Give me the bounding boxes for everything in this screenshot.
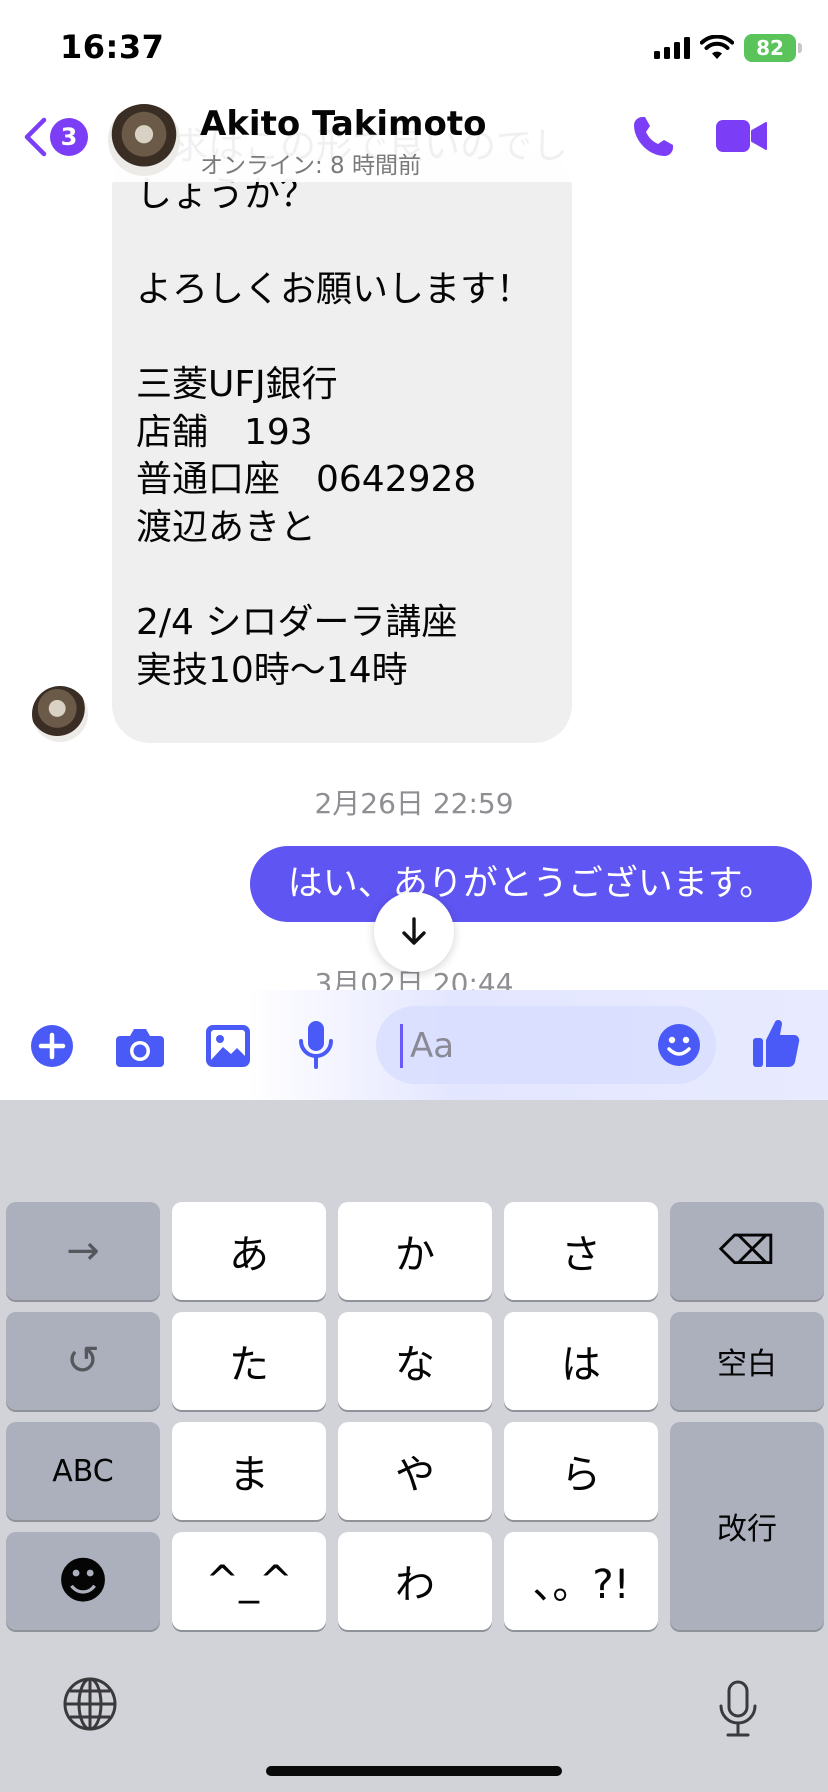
message-line: 三菱UFJ銀行 <box>136 364 338 405</box>
key-label: た <box>229 1342 269 1388</box>
like-button[interactable] <box>752 1018 800 1072</box>
photo-gallery-button[interactable] <box>205 1024 251 1072</box>
message-line: 店舗 193 <box>136 411 313 453</box>
outgoing-message-bubble[interactable]: はい、ありがとうございます。 <box>250 846 812 922</box>
unread-badge: 3 <box>50 118 88 156</box>
scroll-to-bottom-button[interactable] <box>374 892 454 972</box>
status-bar-icons: 82 <box>654 34 802 62</box>
more-actions-button[interactable] <box>30 1024 74 1072</box>
key-label: は <box>561 1342 601 1388</box>
next-key[interactable]: → <box>6 1202 160 1300</box>
emoji-key[interactable]: ☻ <box>6 1532 160 1630</box>
contact-name[interactable]: Akito Takimoto <box>200 104 486 144</box>
message-line: 普通口座 0642928 <box>136 459 477 501</box>
video-call-button[interactable] <box>714 118 768 158</box>
key-label: ⌫ <box>718 1228 776 1274</box>
cellular-signal-icon <box>654 37 690 59</box>
key-label: ABC <box>52 1453 114 1489</box>
video-camera-icon <box>716 120 767 152</box>
key-label: わ <box>395 1562 435 1608</box>
phone-icon <box>634 117 673 156</box>
message-input[interactable]: Aa <box>376 1006 716 1084</box>
key-label: ↺ <box>66 1338 100 1384</box>
kana-key-0-3[interactable]: さ <box>504 1202 658 1300</box>
kana-key-3-2[interactable]: わ <box>338 1532 492 1630</box>
undo-key[interactable]: ↺ <box>6 1312 160 1410</box>
return-key[interactable]: 改行 <box>670 1422 824 1630</box>
image-icon <box>206 1025 250 1067</box>
message-line: よろしくお願いします！ <box>136 268 533 310</box>
japanese-kana-keyboard: → あ か さ ⌫ ↺ た な は 空白 ABC ま や ら改行 ☻ ^_^ わ 、。?! <box>0 1100 828 1792</box>
contact-active-status: オンライン: 8 時間前 <box>200 153 422 179</box>
incoming-message-bubble[interactable]: 請求はこの形で良いのでししょうか？よろしくお願いします！三菱UFJ銀行店舗 19… <box>112 126 572 743</box>
key-label: 改行 <box>717 1512 777 1547</box>
sender-avatar[interactable] <box>32 686 88 742</box>
kana-key-3-3[interactable]: 、。?! <box>504 1532 658 1630</box>
message-composer: Aa <box>0 990 828 1100</box>
microphone-icon <box>299 1021 333 1069</box>
key-label: あ <box>229 1232 269 1278</box>
key-label: 、。?! <box>532 1562 630 1608</box>
message-line: 2/4 シロダーラ講座 <box>136 602 458 643</box>
message-timestamp: 2月26日 22:59 <box>314 787 514 820</box>
home-indicator <box>266 1766 562 1776</box>
key-label: な <box>395 1342 435 1388</box>
kana-key-2-1[interactable]: ま <box>172 1422 326 1520</box>
key-label: か <box>395 1232 435 1278</box>
dictation-mic-icon <box>719 1680 757 1737</box>
text-cursor <box>400 1024 403 1068</box>
status-bar-time: 16:37 <box>60 28 165 66</box>
key-label: → <box>66 1228 100 1274</box>
dictation-button[interactable] <box>716 1680 760 1742</box>
camera-icon <box>116 1029 164 1067</box>
kana-key-1-1[interactable]: た <box>172 1312 326 1410</box>
globe-icon <box>63 1677 117 1731</box>
kana-key-0-2[interactable]: か <box>338 1202 492 1300</box>
globe-button[interactable] <box>62 1676 118 1736</box>
key-label: や <box>395 1452 435 1498</box>
camera-button[interactable] <box>115 1026 165 1072</box>
key-label: ら <box>561 1452 601 1498</box>
thumbs-up-icon <box>753 1019 800 1067</box>
kana-key-1-3[interactable]: は <box>504 1312 658 1410</box>
voice-message-button[interactable] <box>298 1020 334 1074</box>
delete-key[interactable]: ⌫ <box>670 1202 824 1300</box>
kana-key-1-2[interactable]: な <box>338 1312 492 1410</box>
key-label: さ <box>561 1232 601 1278</box>
message-line: 実技10時〜14時 <box>136 649 408 691</box>
key-label: ☻ <box>56 1552 110 1610</box>
chevron-left-icon <box>24 117 47 157</box>
key-label: ま <box>229 1452 269 1498</box>
back-button[interactable]: 3 <box>22 116 88 158</box>
voice-call-button[interactable] <box>630 114 676 164</box>
battery-icon: 82 <box>744 34 802 62</box>
kana-key-0-1[interactable]: あ <box>172 1202 326 1300</box>
conversation-header: 16:37 82 3 Akito Takimoto オンライン: 8 時間前 <box>0 0 828 182</box>
message-input-placeholder: Aa <box>410 1026 455 1066</box>
key-label: 空白 <box>717 1347 777 1382</box>
key-label: ^_^ <box>205 1558 293 1604</box>
contact-avatar[interactable] <box>108 104 180 176</box>
kana-key-3-1[interactable]: ^_^ <box>172 1532 326 1630</box>
space-key[interactable]: 空白 <box>670 1312 824 1410</box>
arrow-down-icon <box>402 917 426 945</box>
abc-key[interactable]: ABC <box>6 1422 160 1520</box>
kana-key-2-3[interactable]: ら <box>504 1422 658 1520</box>
kana-key-2-2[interactable]: や <box>338 1422 492 1520</box>
message-line: 渡辺あきと <box>136 506 317 548</box>
wifi-icon <box>700 35 734 59</box>
outgoing-message-text: はい、ありがとうございます。 <box>287 864 775 904</box>
plus-circle-icon <box>31 1025 73 1067</box>
battery-level: 82 <box>756 36 784 60</box>
smiley-icon <box>658 1024 700 1066</box>
emoji-button[interactable] <box>657 1023 701 1071</box>
